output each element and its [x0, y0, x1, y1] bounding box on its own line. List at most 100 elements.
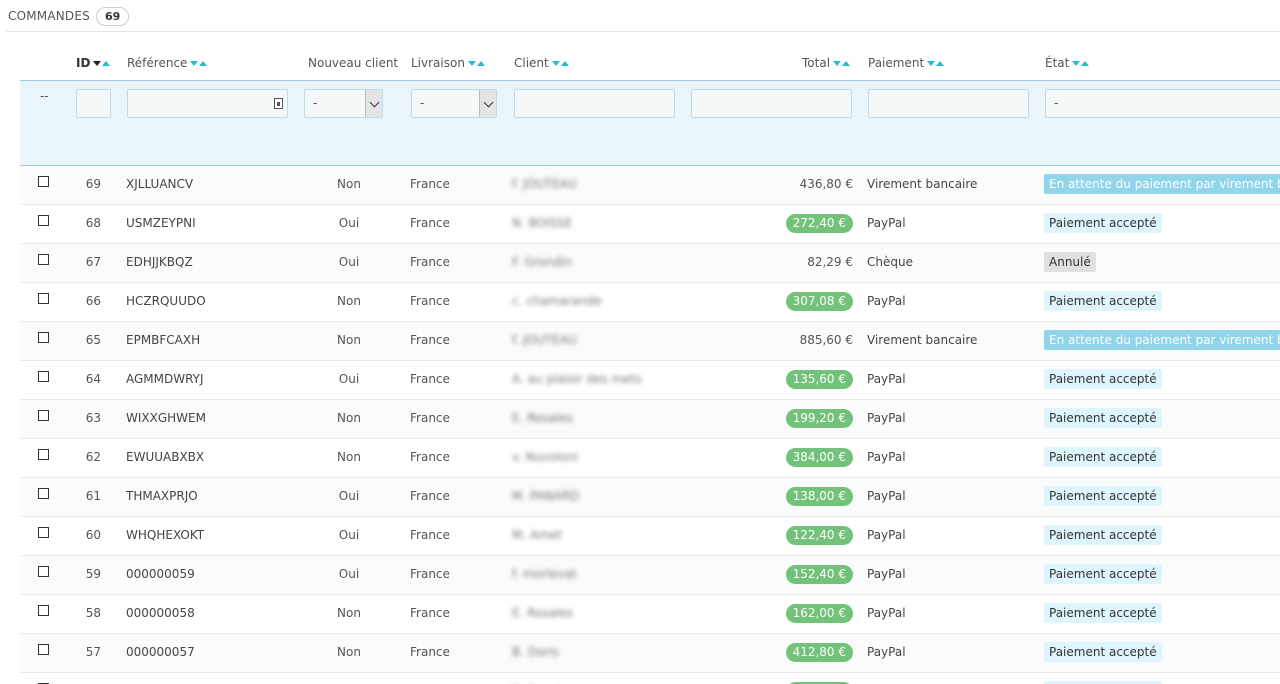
column-header-delivery[interactable]: Livraison — [411, 56, 485, 70]
order-total: 412,80 € — [720, 634, 853, 672]
column-header-id[interactable]: ID — [76, 56, 111, 70]
row-checkbox[interactable] — [38, 449, 49, 460]
contact-card-icon — [274, 98, 283, 109]
order-client: f. JOUTEAU — [512, 333, 577, 347]
row-checkbox[interactable] — [38, 332, 49, 343]
table-row[interactable]: 66 HCZRQUUDO Non France c. chamarande 307,08 … — [20, 283, 1280, 322]
table-row[interactable]: 60 WHQHEXOKT Oui France M. Amet 122,40 € PayPa… — [20, 517, 1280, 556]
table-row[interactable]: 65 EPMBFCAXH Non France f. JOUTEAU 885,60 € Vi… — [20, 322, 1280, 361]
column-header-reference[interactable]: Référence — [127, 56, 208, 70]
sort-asc-icon[interactable] — [560, 60, 569, 66]
column-header-client[interactable]: Client — [514, 56, 569, 70]
table-row[interactable]: 59 000000059 Oui France f. morlevat 152,40 € P… — [20, 556, 1280, 595]
order-total: 162,00 € — [720, 673, 853, 684]
order-total: 384,00 € — [720, 439, 853, 477]
filter-client-input[interactable] — [514, 89, 675, 118]
table-body: 69 XJLLUANCV Non France f. JOUTEAU 436,80 € Vi… — [20, 166, 1280, 684]
order-total: 199,20 € — [720, 400, 853, 438]
table-row[interactable]: 58 000000058 Non France E. Rosales 162,00 € Pa… — [20, 595, 1280, 634]
order-new-client: Oui — [338, 216, 360, 230]
order-reference: 000000057 — [126, 645, 195, 659]
status-badge: En attente du paiement par virement banc… — [1044, 174, 1280, 194]
order-total: 436,80 € — [720, 166, 853, 204]
sort-desc-icon[interactable] — [467, 60, 476, 66]
order-state: Paiement accepté — [1044, 478, 1162, 516]
row-checkbox[interactable] — [38, 488, 49, 499]
column-label-total: Total — [802, 56, 831, 70]
order-client: v. Nuvoloni — [512, 450, 579, 464]
sort-desc-icon[interactable] — [93, 60, 102, 66]
sort-controls[interactable] — [190, 60, 208, 66]
table-row[interactable]: 63 WIXXGHWEM Non France E. Rosales 199,20 € Pa… — [20, 400, 1280, 439]
sort-controls[interactable] — [551, 60, 569, 66]
filter-id-input[interactable] — [76, 89, 111, 118]
order-total: 122,40 € — [720, 517, 853, 555]
row-checkbox[interactable] — [38, 566, 49, 577]
sort-controls[interactable] — [927, 60, 945, 66]
row-checkbox[interactable] — [38, 605, 49, 616]
order-id: 61 — [85, 489, 101, 503]
order-total: 885,60 € — [720, 322, 853, 360]
sort-controls[interactable] — [1072, 60, 1090, 66]
order-new-client: Oui — [338, 255, 360, 269]
order-id: 67 — [85, 255, 101, 269]
table-row[interactable]: 56 000000056 Oui France E. Rosales 162,00 € Pa… — [20, 673, 1280, 684]
sort-asc-icon[interactable] — [476, 60, 485, 66]
sort-desc-icon[interactable] — [551, 60, 560, 66]
row-checkbox[interactable] — [38, 254, 49, 265]
filter-reference-input[interactable] — [127, 89, 288, 118]
row-checkbox[interactable] — [38, 176, 49, 187]
chevron-down-icon[interactable] — [479, 90, 496, 117]
row-checkbox[interactable] — [38, 371, 49, 382]
sort-asc-icon[interactable] — [102, 60, 111, 66]
order-id: 66 — [85, 294, 101, 308]
row-checkbox[interactable] — [38, 644, 49, 655]
table-row[interactable]: 62 EWUUABXBX Non France v. Nuvoloni 384,00 € P… — [20, 439, 1280, 478]
order-delivery: France — [410, 255, 450, 269]
row-checkbox[interactable] — [38, 410, 49, 421]
column-header-payment[interactable]: Paiement — [868, 56, 945, 70]
sort-asc-icon[interactable] — [936, 60, 945, 66]
table-row[interactable]: 64 AGMMDWRYJ Oui France A. au plaisir des me… — [20, 361, 1280, 400]
filter-delivery-select[interactable]: - — [411, 89, 497, 118]
order-state: Paiement accepté — [1044, 439, 1162, 477]
filter-state-select[interactable]: - — [1045, 89, 1280, 118]
table-row[interactable]: 57 000000057 Non France B. Doris 412,80 € PayP… — [20, 634, 1280, 673]
total-badge: 138,00 € — [785, 487, 853, 506]
sort-desc-icon[interactable] — [1072, 60, 1081, 66]
column-label-reference: Référence — [127, 56, 188, 70]
column-header-total[interactable]: Total — [802, 56, 851, 70]
sort-desc-icon[interactable] — [833, 60, 842, 66]
sort-asc-icon[interactable] — [1081, 60, 1090, 66]
total-badge: 122,40 € — [785, 526, 853, 545]
row-checkbox[interactable] — [38, 215, 49, 226]
table-row[interactable]: 69 XJLLUANCV Non France f. JOUTEAU 436,80 € Vi… — [20, 166, 1280, 205]
sort-controls[interactable] — [833, 60, 851, 66]
filter-total-input[interactable] — [691, 89, 852, 118]
page-title: COMMANDES — [8, 9, 90, 23]
sort-desc-icon[interactable] — [927, 60, 936, 66]
sort-desc-icon[interactable] — [190, 60, 199, 66]
order-new-client: Oui — [338, 489, 360, 503]
sort-asc-icon[interactable] — [199, 60, 208, 66]
status-badge: Paiement accepté — [1044, 603, 1162, 623]
order-client: B. Doris — [512, 645, 559, 659]
sort-controls[interactable] — [467, 60, 485, 66]
total-badge: 384,00 € — [785, 448, 853, 467]
filter-new-client-select[interactable]: - — [304, 89, 383, 118]
order-delivery: France — [410, 489, 450, 503]
table-row[interactable]: 61 THMAXPRJO Oui France M. PANARD 138,00 € Pay… — [20, 478, 1280, 517]
row-checkbox[interactable] — [38, 527, 49, 538]
column-header-state[interactable]: État — [1045, 56, 1090, 70]
sort-asc-icon[interactable] — [842, 60, 851, 66]
sort-controls[interactable] — [93, 60, 111, 66]
order-total: 135,60 € — [720, 361, 853, 399]
order-reference: EWUUABXBX — [126, 450, 205, 464]
table-row[interactable]: 67 EDHJJKBQZ Oui France F. Grondin 82,29 € Chè… — [20, 244, 1280, 283]
row-checkbox[interactable] — [38, 293, 49, 304]
order-new-client: Non — [337, 411, 361, 425]
table-row[interactable]: 68 USMZEYPNI Oui France N. BOISSE 272,40 € Pay… — [20, 205, 1280, 244]
status-badge: Annulé — [1044, 252, 1096, 272]
chevron-down-icon[interactable] — [365, 90, 382, 117]
filter-payment-input[interactable] — [868, 89, 1029, 118]
